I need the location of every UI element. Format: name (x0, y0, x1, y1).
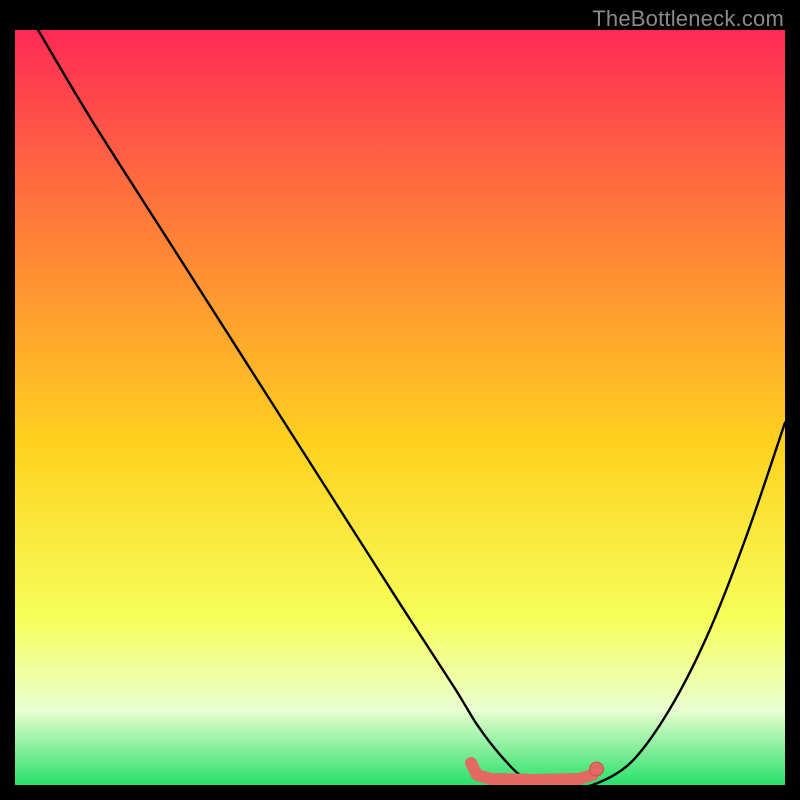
chart-container: TheBottleneck.com (0, 0, 800, 800)
trough-marker (471, 763, 593, 780)
bottleneck-curve (38, 30, 785, 785)
trough-end-dot (590, 762, 604, 776)
plot-area (15, 30, 785, 785)
watermark-text: TheBottleneck.com (592, 6, 784, 32)
curve-layer (15, 30, 785, 785)
